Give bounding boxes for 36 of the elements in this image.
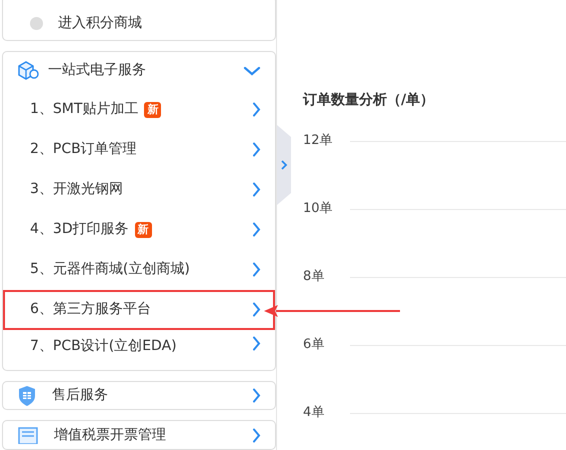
new-badge: 新	[144, 102, 162, 118]
chevron-down-icon	[243, 66, 261, 76]
points-mall-link[interactable]: 进入积分商城	[58, 12, 142, 34]
chevron-right-icon	[252, 336, 261, 351]
collapse-tab[interactable]	[277, 125, 291, 205]
axis-label: 6单	[303, 336, 326, 354]
chevron-right-icon	[252, 388, 261, 404]
chevron-right-icon	[252, 262, 261, 278]
arrow-icon	[262, 303, 402, 319]
axis-label: 10单	[303, 200, 334, 218]
panel-header[interactable]: 一站式电子服务	[3, 52, 275, 90]
menu-item[interactable]: 6、第三方服务平台	[3, 290, 275, 330]
menu-item[interactable]: 4、3D打印服务 新	[3, 210, 275, 250]
new-badge: 新	[134, 222, 152, 238]
chevron-right-icon	[252, 222, 261, 238]
dot-icon	[30, 16, 43, 30]
panel-title: 一站式电子服务	[48, 61, 147, 80]
menu-card[interactable]: 售后服务	[2, 380, 276, 410]
chevron-right-icon	[252, 182, 261, 198]
axis-label: 12单	[303, 132, 334, 150]
chevron-right-icon	[252, 142, 261, 158]
menu-card[interactable]: 增值税票开票管理	[2, 420, 276, 450]
axis-label: 4单	[303, 404, 326, 422]
menu-item[interactable]: 2、PCB订单管理	[3, 130, 275, 170]
invoice-icon	[18, 426, 38, 444]
menu-item[interactable]: 3、开激光钢网	[3, 170, 275, 210]
shield-icon	[18, 384, 36, 407]
menu-item[interactable]: 1、SMT贴片加工 新	[3, 90, 275, 130]
box-icon	[18, 60, 40, 81]
axis-label: 8单	[303, 268, 326, 286]
menu-item[interactable]: 7、PCB设计(立创EDA)	[3, 330, 275, 370]
chevron-right-icon	[252, 102, 261, 118]
chevron-right-icon	[252, 428, 261, 443]
chevron-right-icon	[252, 302, 261, 318]
chart-title: 订单数量分析（/单）	[303, 91, 436, 110]
menu-item[interactable]: 5、元器件商城(立创商城)	[3, 250, 275, 290]
